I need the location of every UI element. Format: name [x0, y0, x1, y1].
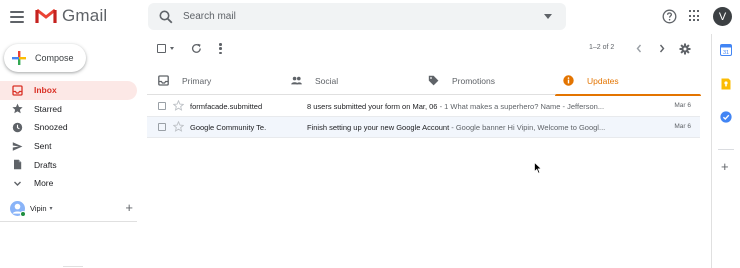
mail-sender: Google Community Te. [190, 123, 267, 132]
tasks-icon[interactable] [720, 111, 732, 123]
star-icon [12, 103, 23, 114]
tab-updates[interactable]: Updates [555, 66, 700, 96]
select-menu-caret-icon[interactable] [170, 47, 174, 50]
tab-label: Promotions [452, 75, 495, 86]
tab-social[interactable]: Social [291, 66, 338, 95]
gmail-logo[interactable]: Gmail [35, 6, 107, 26]
category-tabs: Primary Social Promotions Updates [147, 66, 700, 96]
user-name: Vipin [30, 203, 47, 213]
apps-grid-icon[interactable] [689, 10, 701, 22]
mail-snippet-ellipsis: ... [597, 102, 605, 111]
tab-label: Primary [182, 75, 212, 86]
chevron-right-icon[interactable] [657, 43, 667, 54]
mouse-pointer-icon [534, 162, 542, 174]
search-options-icon[interactable] [544, 14, 552, 19]
refresh-icon[interactable] [191, 43, 202, 54]
sidebar-nav: Inbox Starred Snoozed Sent Drafts More [0, 81, 137, 193]
sidebar-divider [0, 221, 137, 222]
main-menu-icon[interactable] [9, 9, 25, 25]
sidebar-item-label: More [34, 178, 54, 189]
tab-label: Updates [587, 75, 619, 86]
tab-label: Social [315, 75, 339, 86]
header: Gmail V [0, 0, 740, 34]
side-panel-rail: 31 + [711, 34, 740, 268]
sidebar-item-inbox[interactable]: Inbox [0, 81, 137, 100]
search-input[interactable] [183, 11, 523, 22]
send-icon [12, 141, 23, 152]
bottom-divider [63, 266, 83, 267]
sidebar-item-label: Inbox [34, 85, 57, 96]
add-contact-icon[interactable]: + [125, 201, 133, 214]
chevron-left-icon[interactable] [634, 43, 644, 54]
pagination-text: 1–2 of 2 [589, 44, 615, 51]
draft-icon [12, 159, 23, 170]
inbox-icon [12, 85, 23, 96]
compose-button[interactable]: Compose [4, 44, 86, 72]
sidebar-item-more[interactable]: More [0, 174, 137, 193]
mail-subject: Finish setting up your new Google Accoun… [307, 123, 450, 132]
mail-snippet: - Google banner Hi Vipin, Welcome to Goo… [449, 123, 599, 132]
mail-subject-line: Finish setting up your new Google Accoun… [307, 123, 637, 132]
account-avatar[interactable]: V [713, 7, 732, 26]
sidebar-item-drafts[interactable]: Drafts [0, 155, 137, 174]
clock-icon [12, 122, 23, 133]
star-outline-icon[interactable] [173, 121, 184, 132]
sidebar-item-snoozed[interactable]: Snoozed [0, 118, 137, 137]
mail-list: formfacade.submitted 8 users submitted y… [147, 96, 700, 138]
mail-subject: 8 users submitted your form on Mar, 06 [307, 102, 438, 111]
mail-sender: formfacade.submitted [190, 102, 263, 111]
star-outline-icon[interactable] [173, 100, 184, 111]
user-avatar [10, 200, 26, 217]
compose-plus-icon [12, 51, 26, 65]
user-status-caret-icon[interactable]: ▾ [50, 205, 53, 212]
online-status-dot [20, 210, 26, 217]
select-all-checkbox[interactable] [157, 44, 166, 53]
tab-promotions[interactable]: Promotions [428, 66, 495, 95]
mail-snippet: - 1 What makes a superhero? Name - Jeffe… [437, 102, 598, 111]
more-options-icon[interactable] [219, 43, 222, 54]
search-icon[interactable] [159, 10, 173, 24]
tag-icon [428, 75, 439, 86]
get-addons-plus-icon[interactable]: + [721, 160, 729, 173]
svg-text:31: 31 [723, 50, 729, 56]
help-icon[interactable] [662, 9, 677, 24]
mail-subject-line: 8 users submitted your form on Mar, 06 -… [307, 102, 637, 111]
people-icon [291, 76, 302, 85]
row-checkbox[interactable] [158, 102, 166, 110]
gmail-app: Gmail V Compose [0, 0, 740, 268]
gmail-m-icon [35, 8, 57, 23]
mail-toolbar: 1–2 of 2 [147, 38, 700, 60]
inbox-tab-icon [158, 75, 169, 86]
rail-divider [718, 149, 734, 150]
tab-primary[interactable]: Primary [158, 66, 211, 95]
sidebar-item-label: Starred [34, 103, 62, 114]
sidebar-item-label: Snoozed [34, 122, 68, 133]
settings-gear-icon[interactable] [679, 43, 691, 55]
info-icon [563, 75, 574, 86]
calendar-icon[interactable]: 31 [720, 44, 732, 56]
logo-text: Gmail [62, 6, 108, 25]
mail-snippet-ellipsis: ... [598, 123, 606, 132]
sidebar-item-starred[interactable]: Starred [0, 100, 137, 119]
row-checkbox[interactable] [158, 123, 166, 131]
mail-date: Mar 6 [674, 123, 691, 130]
hangouts-user[interactable]: Vipin ▾ + [10, 199, 135, 217]
sidebar-item-label: Sent [34, 141, 52, 152]
mail-row[interactable]: formfacade.submitted 8 users submitted y… [147, 96, 700, 117]
sidebar-item-sent[interactable]: Sent [0, 137, 137, 156]
compose-label: Compose [35, 53, 74, 63]
sidebar-item-label: Drafts [34, 159, 57, 170]
mail-row[interactable]: Google Community Te. Finish setting up y… [147, 117, 700, 138]
chevron-down-icon [12, 178, 23, 189]
mail-date: Mar 6 [674, 102, 691, 109]
keep-icon[interactable] [720, 78, 732, 90]
search-bar[interactable] [148, 3, 566, 30]
